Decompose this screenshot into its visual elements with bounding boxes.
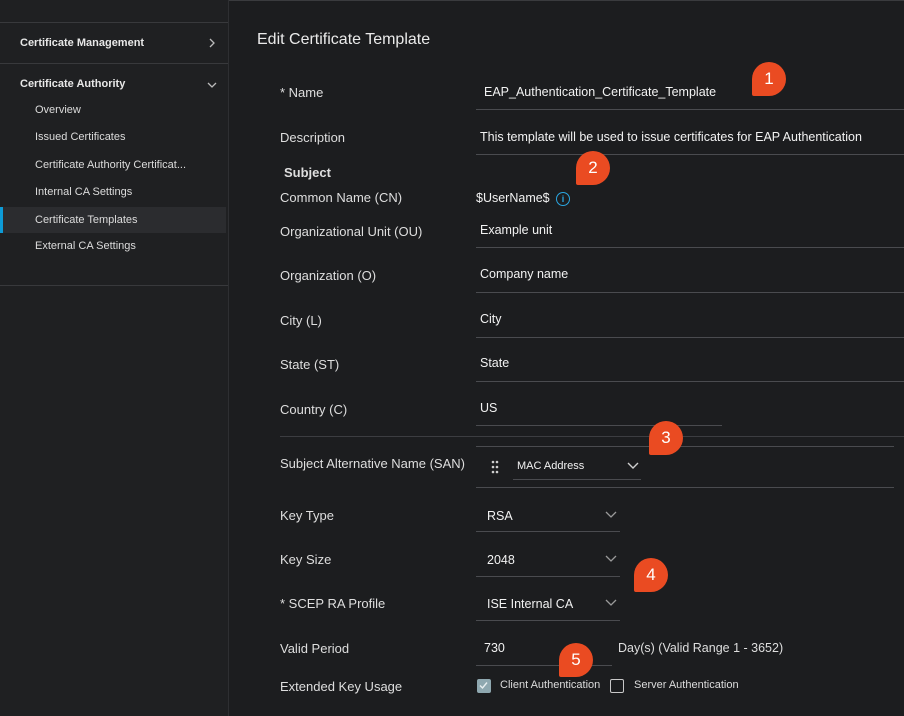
eku-server-label: Server Authentication [634, 679, 739, 691]
org-input[interactable]: Company name [480, 267, 568, 281]
org-label: Organization (O) [280, 268, 377, 283]
key-size-value: 2048 [487, 553, 515, 567]
description-input[interactable]: This template will be used to issue cert… [480, 130, 862, 144]
scep-underline [476, 620, 620, 621]
section-divider [280, 436, 904, 437]
valid-period-input[interactable]: 730 [484, 641, 505, 655]
san-select-value: MAC Address [517, 460, 585, 472]
annotation-badge-3: 3 [649, 421, 683, 455]
key-type-value: RSA [487, 509, 513, 523]
chevron-right-icon [209, 38, 215, 48]
sidebar-item-internal-ca-settings[interactable]: Internal CA Settings [0, 179, 226, 205]
san-label: Subject Alternative Name (SAN) [280, 456, 465, 471]
key-type-label: Key Type [280, 508, 334, 523]
state-underline [476, 381, 904, 382]
sidebar-item-issued-certificates[interactable]: Issued Certificates [0, 124, 226, 150]
chevron-down-icon [605, 555, 617, 562]
sidebar-group-label: Certificate Management [20, 37, 145, 49]
name-underline [476, 109, 904, 110]
annotation-badge-5: 5 [559, 643, 593, 677]
page-title: Edit Certificate Template [257, 31, 431, 48]
sidebar-item-external-ca-settings[interactable]: External CA Settings [0, 233, 226, 259]
scep-value: ISE Internal CA [487, 597, 574, 611]
chevron-down-icon [207, 82, 217, 88]
ou-input[interactable]: Example unit [480, 223, 552, 237]
ou-label: Organizational Unit (OU) [280, 224, 423, 239]
description-label: Description [280, 130, 346, 145]
checkbox-checked-icon [477, 679, 491, 693]
state-input[interactable]: State [480, 356, 509, 370]
sidebar-divider [0, 22, 228, 23]
country-underline [476, 425, 722, 426]
sidebar: Certificate Management Certificate Autho… [0, 0, 229, 716]
country-input[interactable]: US [480, 401, 497, 415]
san-row-bottom [476, 487, 894, 488]
san-select-underline [513, 479, 641, 480]
key-size-underline [476, 576, 620, 577]
country-label: Country (C) [280, 402, 348, 417]
city-underline [476, 337, 904, 338]
key-type-underline [476, 531, 620, 532]
eku-client-label: Client Authentication [500, 679, 601, 691]
valid-period-label: Valid Period [280, 641, 350, 656]
annotation-badge-4: 4 [634, 558, 668, 592]
valid-period-suffix: Day(s) (Valid Range 1 - 3652) [618, 641, 784, 655]
annotation-badge-2: 2 [576, 151, 610, 185]
drag-handle-icon[interactable] [491, 460, 499, 474]
eku-label: Extended Key Usage [280, 679, 403, 694]
scep-label: * SCEP RA Profile [280, 596, 386, 611]
chevron-down-icon [605, 511, 617, 518]
ou-underline [476, 247, 904, 248]
san-row-top [476, 446, 894, 447]
sidebar-item-overview[interactable]: Overview [0, 97, 226, 123]
checkbox-unchecked-icon [610, 679, 624, 693]
sidebar-item-certificate-templates[interactable]: Certificate Templates [0, 207, 226, 233]
sidebar-divider [0, 63, 228, 64]
subject-heading: Subject [284, 165, 331, 180]
sidebar-divider [0, 285, 228, 286]
cn-value: $UserName$ [476, 191, 550, 205]
chevron-down-icon [605, 599, 617, 606]
city-input[interactable]: City [480, 312, 502, 326]
info-icon[interactable]: i [556, 192, 570, 206]
state-label: State (ST) [280, 357, 340, 372]
edit-template-form: Edit Certificate Template * Name EAP_Aut… [229, 0, 904, 716]
name-input[interactable]: EAP_Authentication_Certificate_Template [484, 85, 716, 99]
chevron-down-icon [627, 462, 639, 469]
cn-label: Common Name (CN) [280, 190, 403, 205]
annotation-badge-1: 1 [752, 62, 786, 96]
description-underline [476, 154, 904, 155]
sidebar-item-ca-certificates[interactable]: Certificate Authority Certificat... [0, 152, 226, 178]
city-label: City (L) [280, 313, 322, 328]
name-label: * Name [280, 85, 324, 100]
key-size-label: Key Size [280, 552, 332, 567]
sidebar-group-label: Certificate Authority [20, 78, 126, 90]
org-underline [476, 292, 904, 293]
